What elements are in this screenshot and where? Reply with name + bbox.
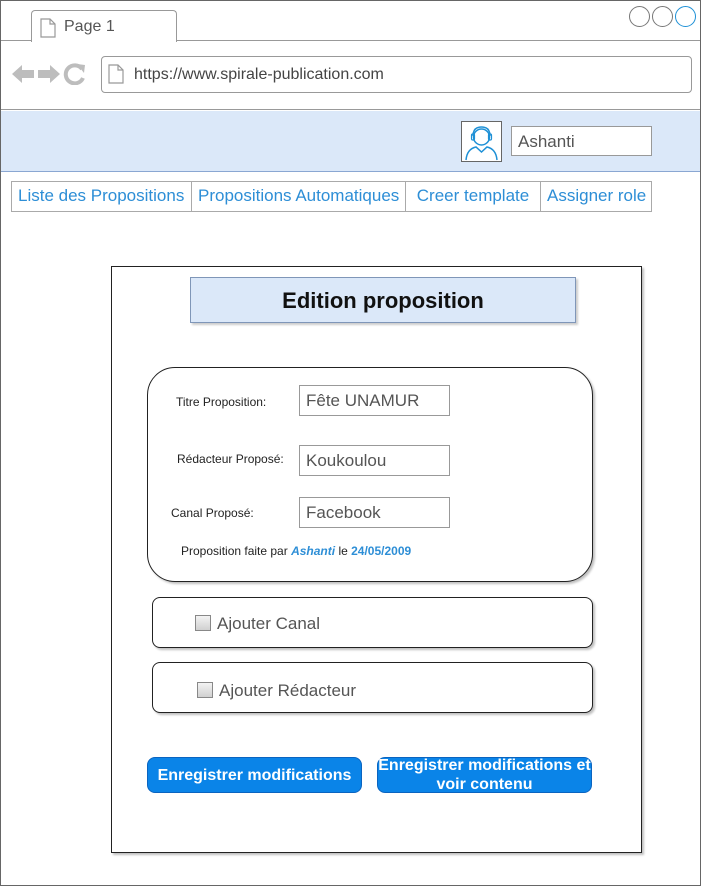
menu-item-creer-template[interactable]: Creer template xyxy=(406,182,541,211)
minimize-button[interactable] xyxy=(629,6,650,27)
user-header: Ashanti xyxy=(1,111,700,172)
menu-item-assigner-role[interactable]: Assigner role xyxy=(541,182,651,211)
add-editor-label: Ajouter Rédacteur xyxy=(219,681,357,700)
menu-item-propositions-automatiques[interactable]: Propositions Automatiques xyxy=(192,182,406,211)
editor-field[interactable]: Koukoulou xyxy=(299,445,450,476)
reload-icon[interactable] xyxy=(63,63,87,85)
add-channel-option: Ajouter Canal xyxy=(152,597,593,648)
page-icon xyxy=(40,18,56,43)
note-author: Ashanti xyxy=(291,544,336,558)
tab-label: Page 1 xyxy=(64,18,115,35)
channel-field[interactable]: Facebook xyxy=(299,497,450,528)
url-text: https://www.spirale-publication.com xyxy=(134,66,384,83)
add-editor-checkbox[interactable] xyxy=(197,682,213,698)
user-avatar-icon[interactable] xyxy=(461,121,502,162)
address-bar[interactable]: https://www.spirale-publication.com xyxy=(101,56,692,93)
page-title: Edition proposition xyxy=(190,277,576,323)
note-middle: le xyxy=(338,544,348,558)
add-editor-option: Ajouter Rédacteur xyxy=(152,662,593,713)
title-field[interactable]: Fête UNAMUR xyxy=(299,385,450,416)
close-button[interactable] xyxy=(675,6,696,27)
note-prefix: Proposition faite par xyxy=(181,544,288,558)
nav-buttons xyxy=(11,63,87,85)
title-label: Titre Proposition: xyxy=(176,395,267,409)
save-button[interactable]: Enregistrer modifications xyxy=(147,757,362,793)
proposition-note: Proposition faite par Ashanti le 24/05/2… xyxy=(181,544,411,558)
window-controls xyxy=(629,6,696,27)
save-and-view-button[interactable]: Enregistrer modifications et voir conten… xyxy=(377,757,592,793)
back-arrow-icon[interactable] xyxy=(11,63,35,85)
main-menu: Liste des Propositions Propositions Auto… xyxy=(11,181,652,212)
note-date: 24/05/2009 xyxy=(351,544,412,558)
page-icon xyxy=(108,64,124,89)
forward-arrow-icon[interactable] xyxy=(37,63,61,85)
tab-bar: Page 1 xyxy=(1,1,700,42)
username-field[interactable]: Ashanti xyxy=(511,126,652,156)
edit-proposition-panel: Edition proposition Titre Proposition: F… xyxy=(111,266,642,853)
channel-label: Canal Proposé: xyxy=(171,506,254,520)
add-channel-label: Ajouter Canal xyxy=(217,614,321,633)
browser-window: Page 1 https://www.spirale-publication.c… xyxy=(0,0,701,886)
maximize-button[interactable] xyxy=(652,6,673,27)
browser-tab[interactable]: Page 1 xyxy=(31,10,177,42)
menu-item-liste-propositions[interactable]: Liste des Propositions xyxy=(12,182,192,211)
editor-label: Rédacteur Proposé: xyxy=(177,452,284,466)
proposition-form: Titre Proposition: Fête UNAMUR Rédacteur… xyxy=(147,367,593,582)
add-channel-checkbox[interactable] xyxy=(195,615,211,631)
navigation-bar: https://www.spirale-publication.com xyxy=(1,42,700,110)
